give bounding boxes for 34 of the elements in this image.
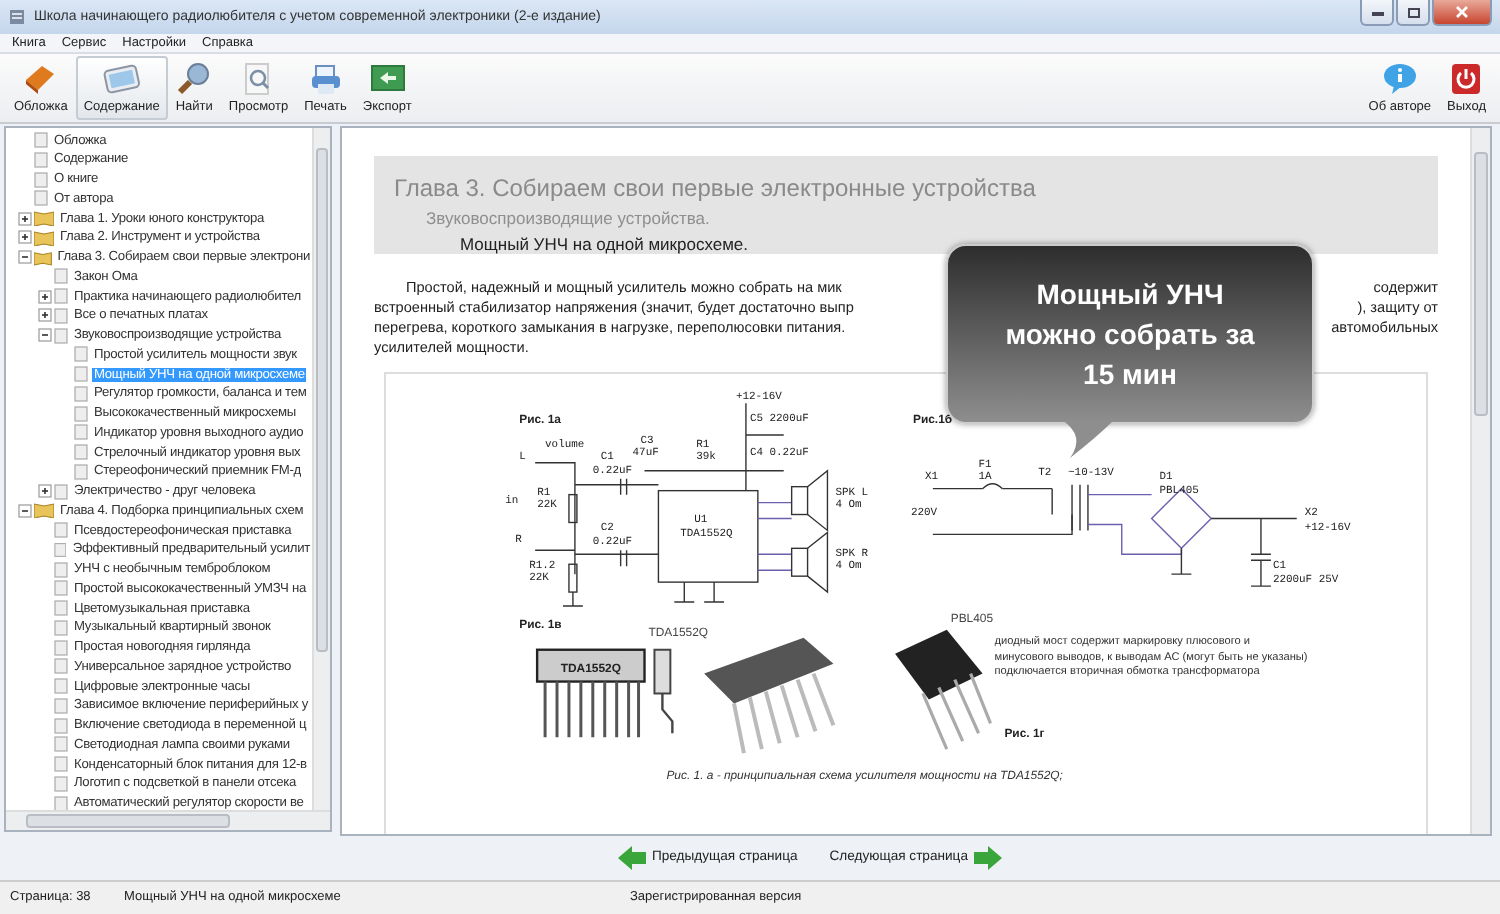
collapse-icon[interactable] (17, 503, 31, 518)
section-title: Звуковоспроизводящие устройства. (424, 208, 712, 229)
article-title: Мощный УНЧ на одной микросхеме. (458, 234, 751, 255)
horizontal-scrollbar[interactable] (6, 810, 330, 831)
diode-bridge-photo-drawing (895, 630, 993, 752)
expand-icon[interactable] (37, 308, 51, 323)
collapse-icon[interactable] (17, 250, 31, 265)
expand-icon[interactable] (37, 289, 51, 304)
book-icon (22, 62, 59, 97)
printer-icon (307, 62, 344, 97)
power-icon (1448, 62, 1485, 97)
minimize-icon (1371, 9, 1383, 15)
book-icon (34, 502, 54, 519)
chapter-title: Глава 3. Собираем свои первые электронные устройства (394, 174, 1038, 203)
magnifier-icon (176, 62, 213, 97)
chip-photo-drawing (704, 638, 836, 756)
vertical-scrollbar[interactable] (312, 128, 330, 811)
expand-icon[interactable] (17, 230, 31, 245)
close-button[interactable] (1432, 0, 1492, 26)
right-arrow-icon (973, 845, 1002, 870)
info-bubble-icon (1381, 62, 1418, 97)
expand-icon[interactable] (37, 484, 51, 499)
close-icon (1456, 6, 1468, 18)
vertical-scrollbar[interactable] (1470, 128, 1490, 835)
left-arrow-icon (618, 845, 647, 870)
app-icon (8, 7, 26, 26)
tablet-icon (101, 62, 142, 97)
chip-outline-drawing (535, 648, 646, 740)
collapse-icon[interactable] (37, 328, 51, 343)
expand-icon[interactable] (17, 211, 31, 226)
chip-side-drawing (653, 649, 674, 734)
maximize-button[interactable] (1396, 0, 1430, 26)
maximize-icon (1407, 7, 1419, 17)
minimize-button[interactable] (1360, 0, 1394, 26)
